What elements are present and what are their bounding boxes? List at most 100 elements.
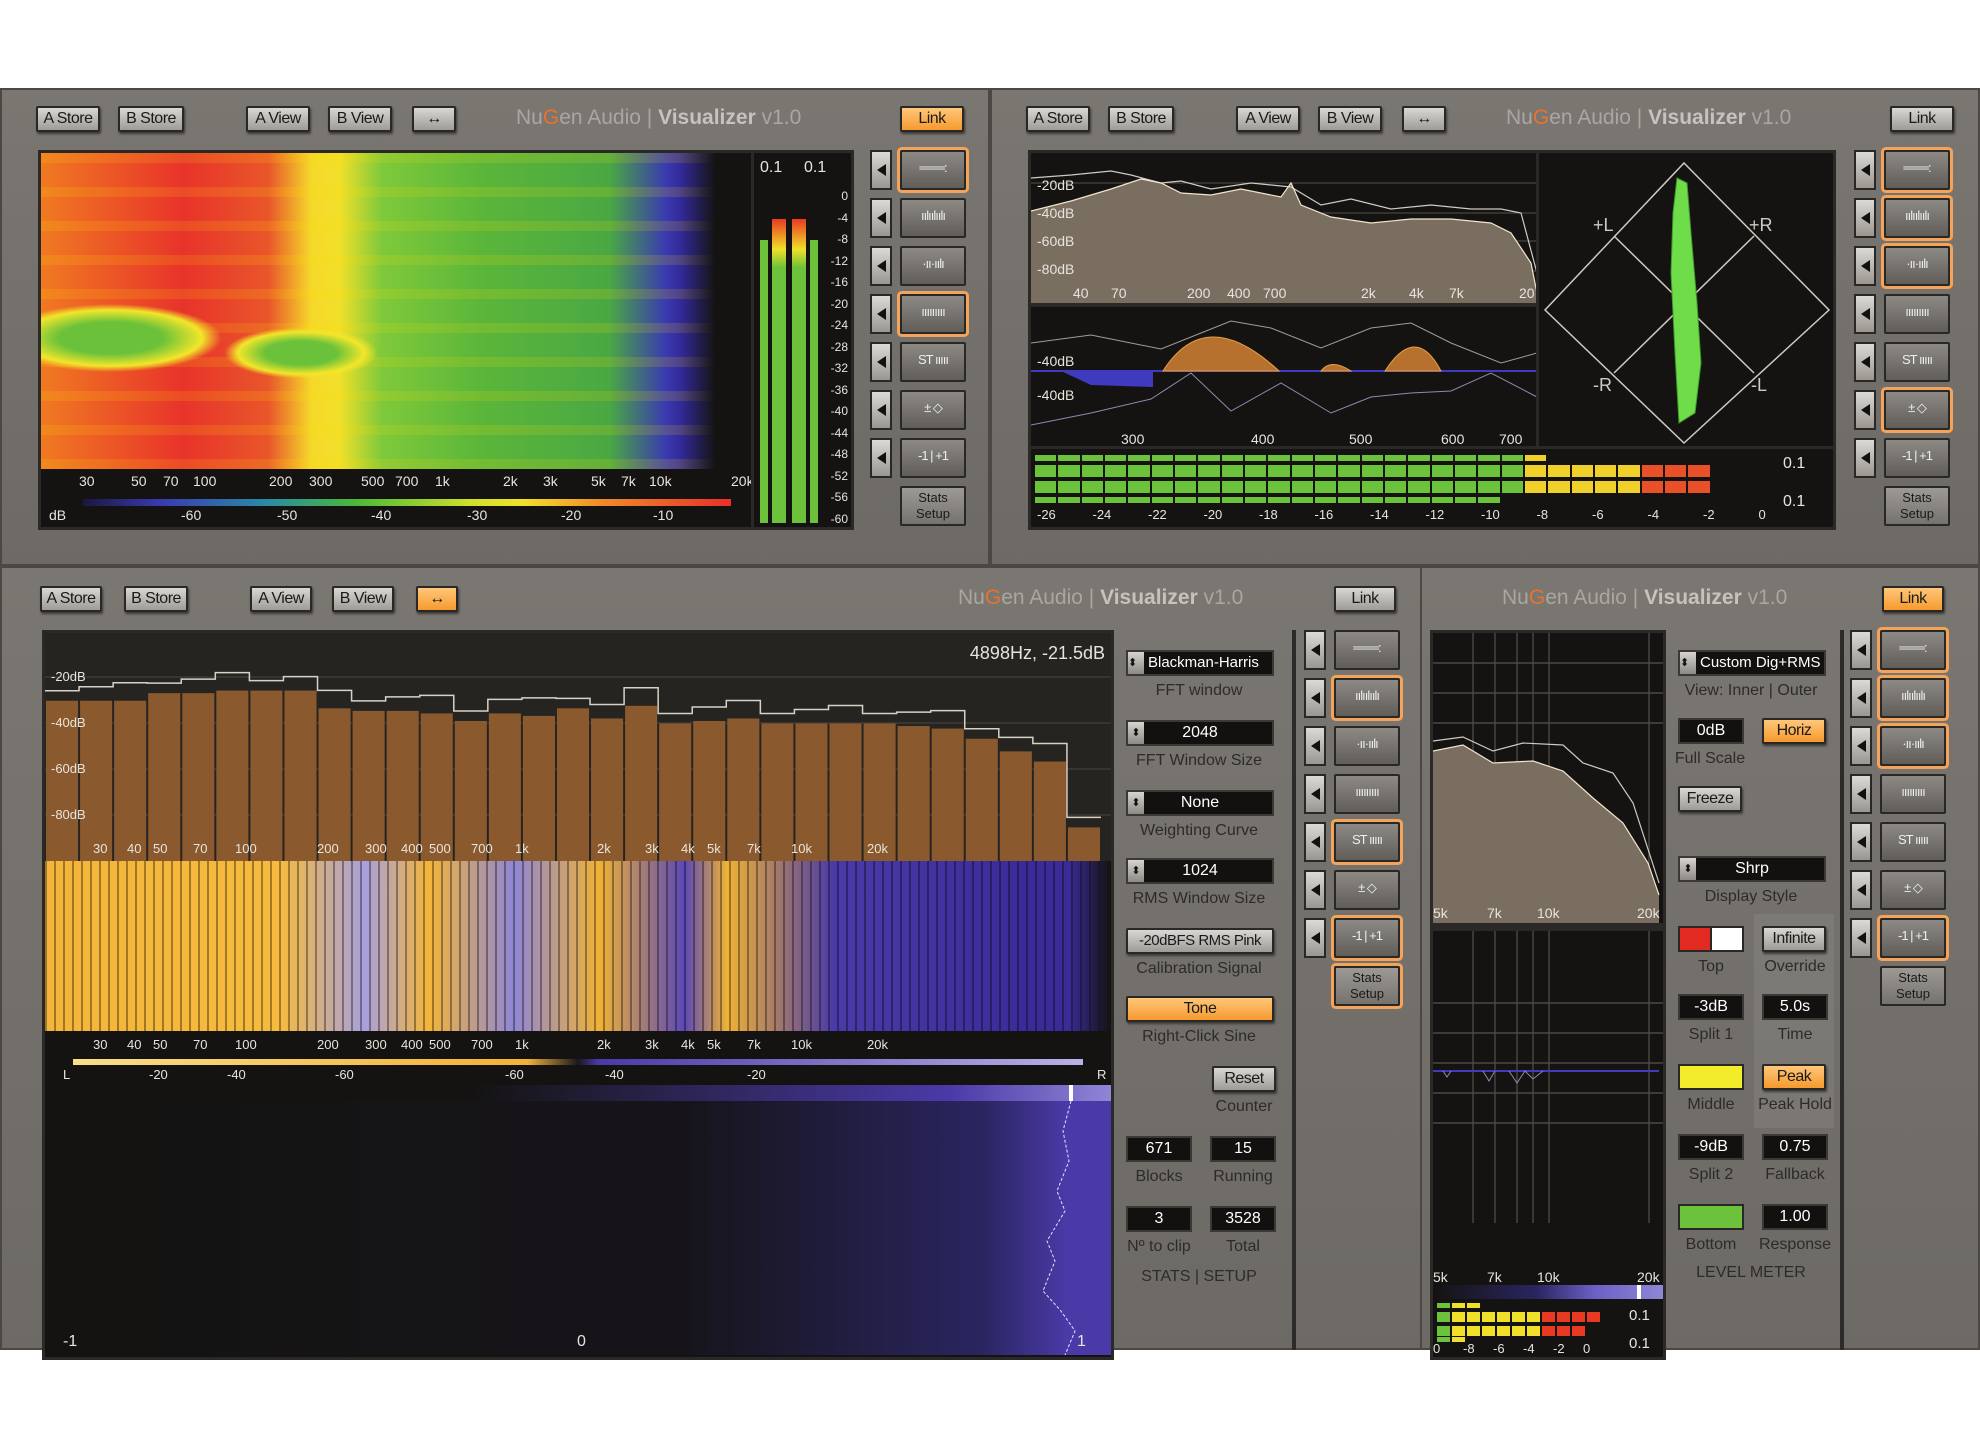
view-vectorscope-button[interactable]: ± ◇	[1334, 870, 1400, 910]
view-spectrum-diff-button[interactable]: ·ıı·ıılı	[1880, 726, 1946, 766]
view-arrow-button[interactable]	[870, 390, 892, 430]
view-arrow-button[interactable]	[1850, 870, 1872, 910]
b-store-button[interactable]: B Store	[1108, 106, 1174, 132]
response-value[interactable]: 1.00	[1762, 1204, 1828, 1230]
view-stereo-spectrogram-button[interactable]: ST ııııı	[1334, 822, 1400, 862]
view-spectrogram-button[interactable]: ııııııııı	[1884, 294, 1950, 334]
a-view-button[interactable]: A View	[250, 586, 312, 612]
fft-window-select[interactable]: ⬍ Blackman-Harris	[1126, 650, 1274, 676]
view-stereo-spectrogram-button[interactable]: ST ııııı	[1880, 822, 1946, 862]
view-spectrogram-button[interactable]: ııııııııı	[900, 294, 966, 334]
time-value[interactable]: 5.0s	[1762, 994, 1828, 1020]
link-button[interactable]: Link	[1334, 586, 1396, 612]
view-vectorscope-button[interactable]: ± ◇	[900, 390, 966, 430]
view-spectrum-diff-button[interactable]: ·ıı·ıılı	[1334, 726, 1400, 766]
view-spectrum-bars-button[interactable]: ıılıılıılı	[900, 198, 966, 238]
swap-ab-button[interactable]: ↔	[412, 106, 456, 132]
view-arrow-button[interactable]	[1304, 918, 1326, 958]
weighting-select[interactable]: ⬍ None	[1126, 790, 1274, 816]
view-arrow-button[interactable]	[1304, 726, 1326, 766]
view-arrow-button[interactable]	[1854, 246, 1876, 286]
fft-size-select[interactable]: ⬍ 2048	[1126, 720, 1274, 746]
view-arrow-button[interactable]	[1850, 726, 1872, 766]
top-color-swatch[interactable]	[1678, 926, 1744, 952]
b-store-button[interactable]: B Store	[118, 106, 184, 132]
view-arrow-button[interactable]	[1850, 630, 1872, 670]
b-view-button[interactable]: B View	[1318, 106, 1382, 132]
calibration-signal-button[interactable]: -20dBFS RMS Pink	[1126, 928, 1274, 954]
view-arrow-button[interactable]	[1854, 150, 1876, 190]
a-store-button[interactable]: A Store	[36, 106, 100, 132]
view-spectrum-diff-button[interactable]: ·ıı·ıılı	[900, 246, 966, 286]
b-view-button[interactable]: B View	[332, 586, 394, 612]
view-arrow-button[interactable]	[1850, 678, 1872, 718]
view-correlation-button[interactable]: -1 | +1	[1334, 918, 1400, 958]
view-arrow-button[interactable]	[1850, 822, 1872, 862]
view-spectrogram-button[interactable]: ııııııııı	[1334, 774, 1400, 814]
peak-hold-button[interactable]: Peak	[1762, 1064, 1826, 1090]
view-stereo-spectrogram-button[interactable]: ST ııııı	[900, 342, 966, 382]
view-arrow-button[interactable]	[1850, 774, 1872, 814]
view-spectrum-diff-button[interactable]: ·ıı·ıılı	[1884, 246, 1950, 286]
a-view-button[interactable]: A View	[246, 106, 310, 132]
split2-value[interactable]: -9dB	[1678, 1134, 1744, 1160]
b-view-button[interactable]: B View	[328, 106, 392, 132]
fallback-value[interactable]: 0.75	[1762, 1134, 1828, 1160]
view-arrow-button[interactable]	[1854, 390, 1876, 430]
view-stereo-spectrogram-button[interactable]: ST ııııı	[1884, 342, 1950, 382]
view-arrow-button[interactable]	[870, 438, 892, 478]
tone-button[interactable]: Tone	[1126, 996, 1274, 1022]
view-arrow-button[interactable]	[1854, 342, 1876, 382]
view-arrow-button[interactable]	[1304, 630, 1326, 670]
stats-setup-button[interactable]: Stats Setup	[1880, 966, 1946, 1006]
reset-counter-button[interactable]: Reset	[1212, 1066, 1276, 1092]
view-arrow-button[interactable]	[1854, 294, 1876, 334]
view-arrow-button[interactable]	[1850, 918, 1872, 958]
view-arrow-button[interactable]	[870, 294, 892, 334]
a-store-button[interactable]: A Store	[40, 586, 102, 612]
rms-size-select[interactable]: ⬍ 1024	[1126, 858, 1274, 884]
split1-value[interactable]: -3dB	[1678, 994, 1744, 1020]
view-arrow-button[interactable]	[1304, 678, 1326, 718]
view-correlation-button[interactable]: -1 | +1	[900, 438, 966, 478]
view-arrow-button[interactable]	[1304, 774, 1326, 814]
view-meters-button[interactable]: ═══:	[900, 150, 966, 190]
view-correlation-button[interactable]: -1 | +1	[1884, 438, 1950, 478]
stats-setup-button[interactable]: Stats Setup	[900, 486, 966, 526]
view-arrow-button[interactable]	[1304, 870, 1326, 910]
view-arrow-button[interactable]	[870, 198, 892, 238]
full-scale-value[interactable]: 0dB	[1678, 718, 1744, 744]
view-meters-button[interactable]: ═══:	[1334, 630, 1400, 670]
a-view-button[interactable]: A View	[1236, 106, 1300, 132]
view-spectrum-bars-button[interactable]: ıılıılıılı	[1884, 198, 1950, 238]
b-store-button[interactable]: B Store	[124, 586, 188, 612]
view-arrow-button[interactable]	[870, 150, 892, 190]
view-vectorscope-button[interactable]: ± ◇	[1884, 390, 1950, 430]
view-arrow-button[interactable]	[870, 246, 892, 286]
horiz-button[interactable]: Horiz	[1762, 718, 1826, 744]
view-spectrum-bars-button[interactable]: ıılıılıılı	[1880, 678, 1946, 718]
meter-scale-select[interactable]: ⬍ Custom Dig+RMS	[1678, 650, 1826, 676]
link-button[interactable]: Link	[1890, 106, 1954, 132]
view-arrow-button[interactable]	[870, 342, 892, 382]
swap-ab-button[interactable]: ↔	[1402, 106, 1446, 132]
link-button[interactable]: Link	[900, 106, 964, 132]
view-arrow-button[interactable]	[1854, 198, 1876, 238]
a-store-button[interactable]: A Store	[1026, 106, 1090, 132]
view-correlation-button[interactable]: -1 | +1	[1880, 918, 1946, 958]
stats-setup-button[interactable]: Stats Setup	[1884, 486, 1950, 526]
bottom-color-swatch[interactable]	[1678, 1204, 1744, 1230]
freeze-button[interactable]: Freeze	[1678, 786, 1742, 812]
view-spectrogram-button[interactable]: ııııııııı	[1880, 774, 1946, 814]
infinite-button[interactable]: Infinite	[1762, 926, 1826, 952]
view-vectorscope-button[interactable]: ± ◇	[1880, 870, 1946, 910]
stats-setup-button[interactable]: Stats Setup	[1334, 966, 1400, 1006]
link-button[interactable]: Link	[1882, 586, 1944, 612]
view-meters-button[interactable]: ═══:	[1880, 630, 1946, 670]
view-arrow-button[interactable]	[1304, 822, 1326, 862]
view-arrow-button[interactable]	[1854, 438, 1876, 478]
view-meters-button[interactable]: ═══:	[1884, 150, 1950, 190]
middle-color-swatch[interactable]	[1678, 1064, 1744, 1090]
swap-ab-button[interactable]: ↔	[416, 586, 458, 612]
display-style-select[interactable]: ⬍ Shrp	[1678, 856, 1826, 882]
